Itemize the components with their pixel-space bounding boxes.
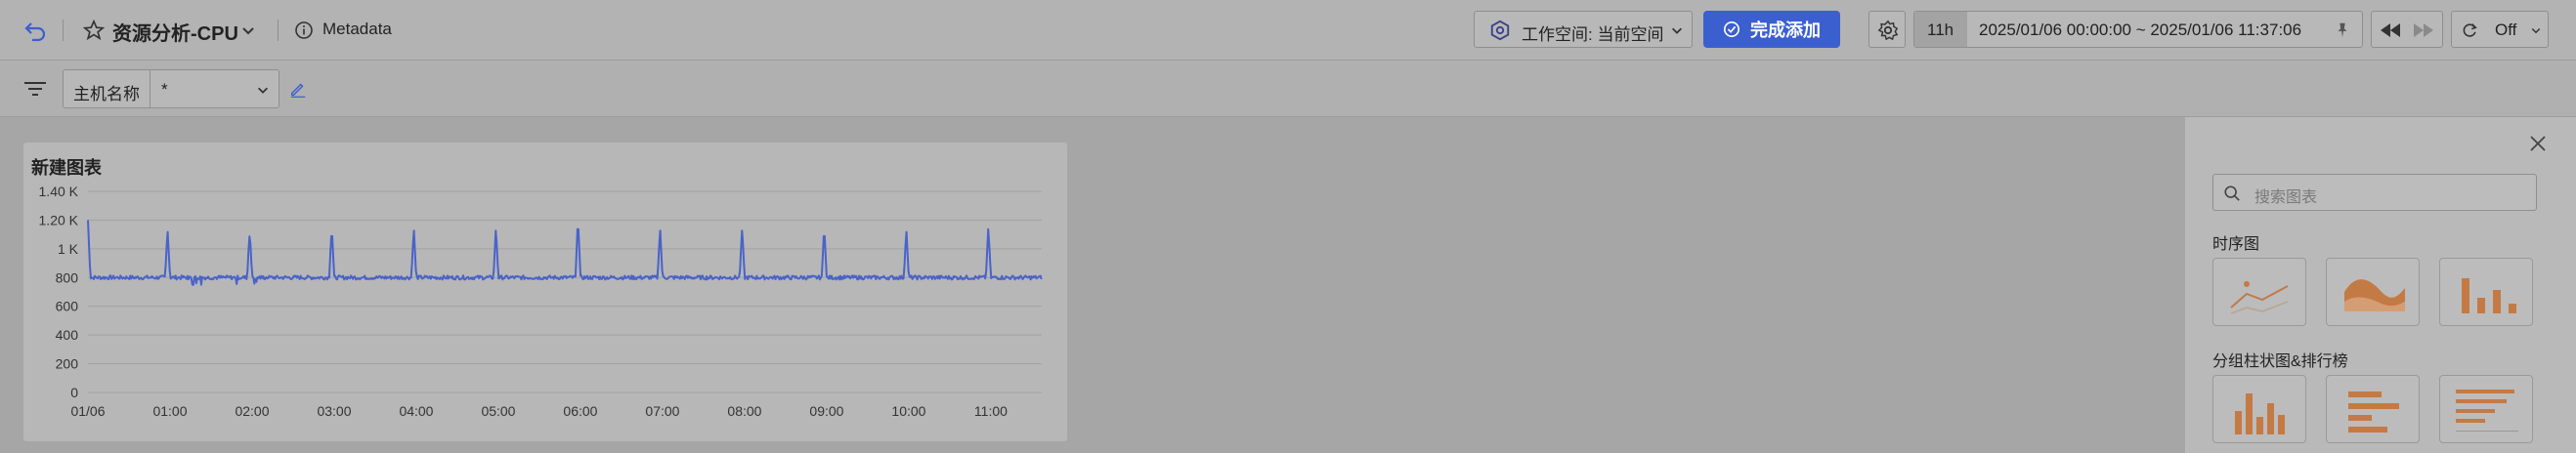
chart-type-horizontal-bar[interactable] (2326, 375, 2420, 443)
divider (278, 20, 279, 41)
done-add-button[interactable]: 完成添加 (1703, 11, 1840, 48)
ranking-chart-icon (2456, 390, 2518, 432)
chevron-down-icon[interactable] (236, 18, 260, 43)
x-tick-label: 06:00 (563, 403, 597, 419)
refresh-icon (2458, 19, 2481, 42)
time-nav-group (2371, 11, 2443, 48)
chevron-down-icon[interactable] (255, 82, 271, 98)
time-range-short: 11h (1927, 21, 1954, 39)
chart-type-line[interactable] (2212, 258, 2306, 326)
undo-icon[interactable] (20, 16, 51, 45)
auto-refresh-control[interactable]: Off (2451, 11, 2549, 48)
workspace-selector[interactable]: 工作空间: 当前空间 (1474, 11, 1693, 48)
done-add-label: 完成添加 (1750, 21, 1821, 40)
y-tick-label: 800 (56, 269, 79, 285)
y-tick-label: 1.20 K (39, 212, 79, 227)
edit-icon[interactable] (285, 76, 311, 102)
x-tick-label: 02:00 (235, 403, 269, 419)
gear-icon (1876, 19, 1900, 42)
workspace-label: 工作空间: 当前空间 (1522, 25, 1664, 44)
y-tick-label: 1 K (58, 241, 79, 257)
metadata-link[interactable]: Metadata (322, 20, 392, 39)
section-timeseries-title: 时序图 (2212, 236, 2260, 253)
y-tick-label: 1.40 K (39, 184, 79, 199)
search-placeholder: 搜索图表 (2254, 189, 2318, 206)
time-range-picker[interactable]: 11h 2025/01/06 00:00:00 ~ 2025/01/06 11:… (1913, 11, 2363, 48)
chevron-down-icon (1668, 21, 1686, 39)
rewind-icon[interactable] (2376, 18, 2405, 43)
close-icon[interactable] (2525, 131, 2551, 156)
top-toolbar: 资源分析-CPU Metadata 工作空间: 当前空间 完成添加 11h 20… (0, 0, 2576, 61)
chart-panel[interactable]: 新建图表 0 200 400 600 800 1 K 1.20 K 1.40 K 01/06 01… (23, 143, 1067, 441)
auto-refresh-value: Off (2495, 21, 2517, 39)
chevron-down-icon (2528, 22, 2544, 38)
y-tick-label: 400 (56, 327, 79, 343)
divider (63, 20, 64, 41)
host-filter-label: 主机名称 (73, 85, 140, 103)
x-tick-label: 01/06 (70, 403, 105, 419)
star-icon[interactable] (80, 16, 107, 45)
chart-type-bar[interactable] (2439, 258, 2533, 326)
x-tick-label: 04:00 (399, 403, 433, 419)
x-tick-label: 01:00 (152, 403, 187, 419)
y-tick-label: 600 (56, 299, 79, 314)
x-tick-label: 05:00 (481, 403, 515, 419)
workspace-icon (1488, 19, 1512, 42)
chart-search-input[interactable]: 搜索图表 (2212, 174, 2537, 211)
section-bars-title: 分组柱状图&排行榜 (2212, 353, 2348, 370)
chart-type-area[interactable] (2326, 258, 2420, 326)
chart-type-ranking[interactable] (2439, 375, 2533, 443)
x-tick-label: 11:00 (974, 403, 1008, 419)
host-filter-value[interactable]: * (161, 80, 168, 100)
x-tick-label: 09:00 (809, 403, 843, 419)
check-circle-icon (1723, 21, 1740, 38)
series-line (87, 220, 1043, 286)
grouped-bar-icon (2235, 393, 2285, 434)
search-icon (2221, 183, 2243, 204)
bar-chart-icon (2462, 278, 2516, 313)
time-range-text: 2025/01/06 00:00:00 ~ 2025/01/06 11:37:0… (1979, 21, 2302, 39)
settings-button[interactable] (1868, 11, 1906, 48)
x-tick-label: 08:00 (727, 403, 761, 419)
chart-type-panel: 搜索图表 时序图 分组柱状图&排行榜 (2185, 117, 2576, 453)
info-icon[interactable] (291, 18, 317, 43)
filter-icon[interactable] (20, 74, 51, 103)
horizontal-bar-icon (2348, 391, 2399, 432)
page-title[interactable]: 资源分析-CPU (112, 18, 238, 46)
filter-bar: 主机名称 * (0, 61, 2576, 117)
area-chart-icon (2344, 279, 2405, 311)
y-tick-label: 200 (56, 356, 79, 372)
x-tick-label: 07:00 (645, 403, 679, 419)
line-chart: 0 200 400 600 800 1 K 1.20 K 1.40 K 01/06 01:00 02… (39, 184, 1043, 419)
x-tick-label: 10:00 (891, 403, 925, 419)
x-tick-label: 03:00 (317, 403, 351, 419)
y-tick-label: 0 (70, 385, 78, 400)
host-filter: 主机名称 * (63, 69, 279, 108)
pin-icon[interactable] (2331, 19, 2354, 42)
line-chart-icon (2230, 281, 2289, 314)
chart-type-grouped-bar[interactable] (2212, 375, 2306, 443)
fast-forward-icon[interactable] (2409, 18, 2438, 43)
